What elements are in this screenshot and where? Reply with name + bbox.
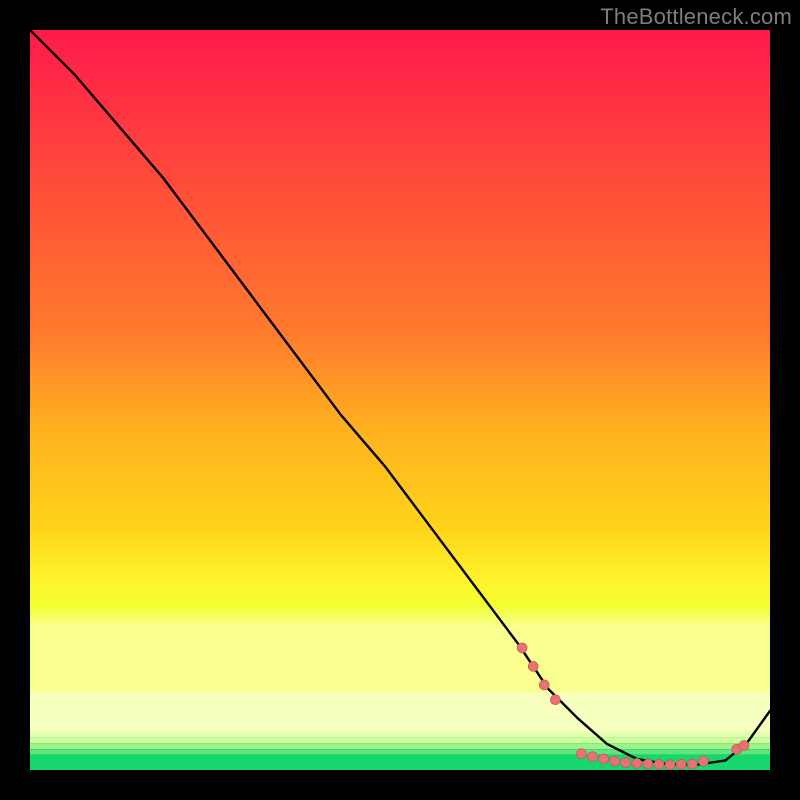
highlight-marker xyxy=(517,643,527,653)
highlight-marker xyxy=(654,759,664,769)
highlight-marker xyxy=(698,756,708,766)
highlight-marker xyxy=(643,759,653,769)
highlight-marker xyxy=(550,695,560,705)
chart-svg xyxy=(30,30,770,770)
chart-frame: TheBottleneck.com xyxy=(0,0,800,800)
highlight-marker xyxy=(576,749,586,759)
plot-area xyxy=(30,30,770,770)
highlight-marker xyxy=(665,760,675,770)
highlight-marker xyxy=(687,759,697,769)
highlight-marker xyxy=(632,758,642,768)
highlight-marker xyxy=(539,680,549,690)
highlight-marker xyxy=(676,759,686,769)
highlight-marker xyxy=(621,758,631,768)
highlight-marker xyxy=(599,754,609,764)
highlight-marker xyxy=(610,756,620,766)
watermark-text: TheBottleneck.com xyxy=(600,4,792,30)
highlight-marker xyxy=(739,741,749,751)
highlight-marker xyxy=(587,752,597,762)
highlight-marker xyxy=(528,661,538,671)
